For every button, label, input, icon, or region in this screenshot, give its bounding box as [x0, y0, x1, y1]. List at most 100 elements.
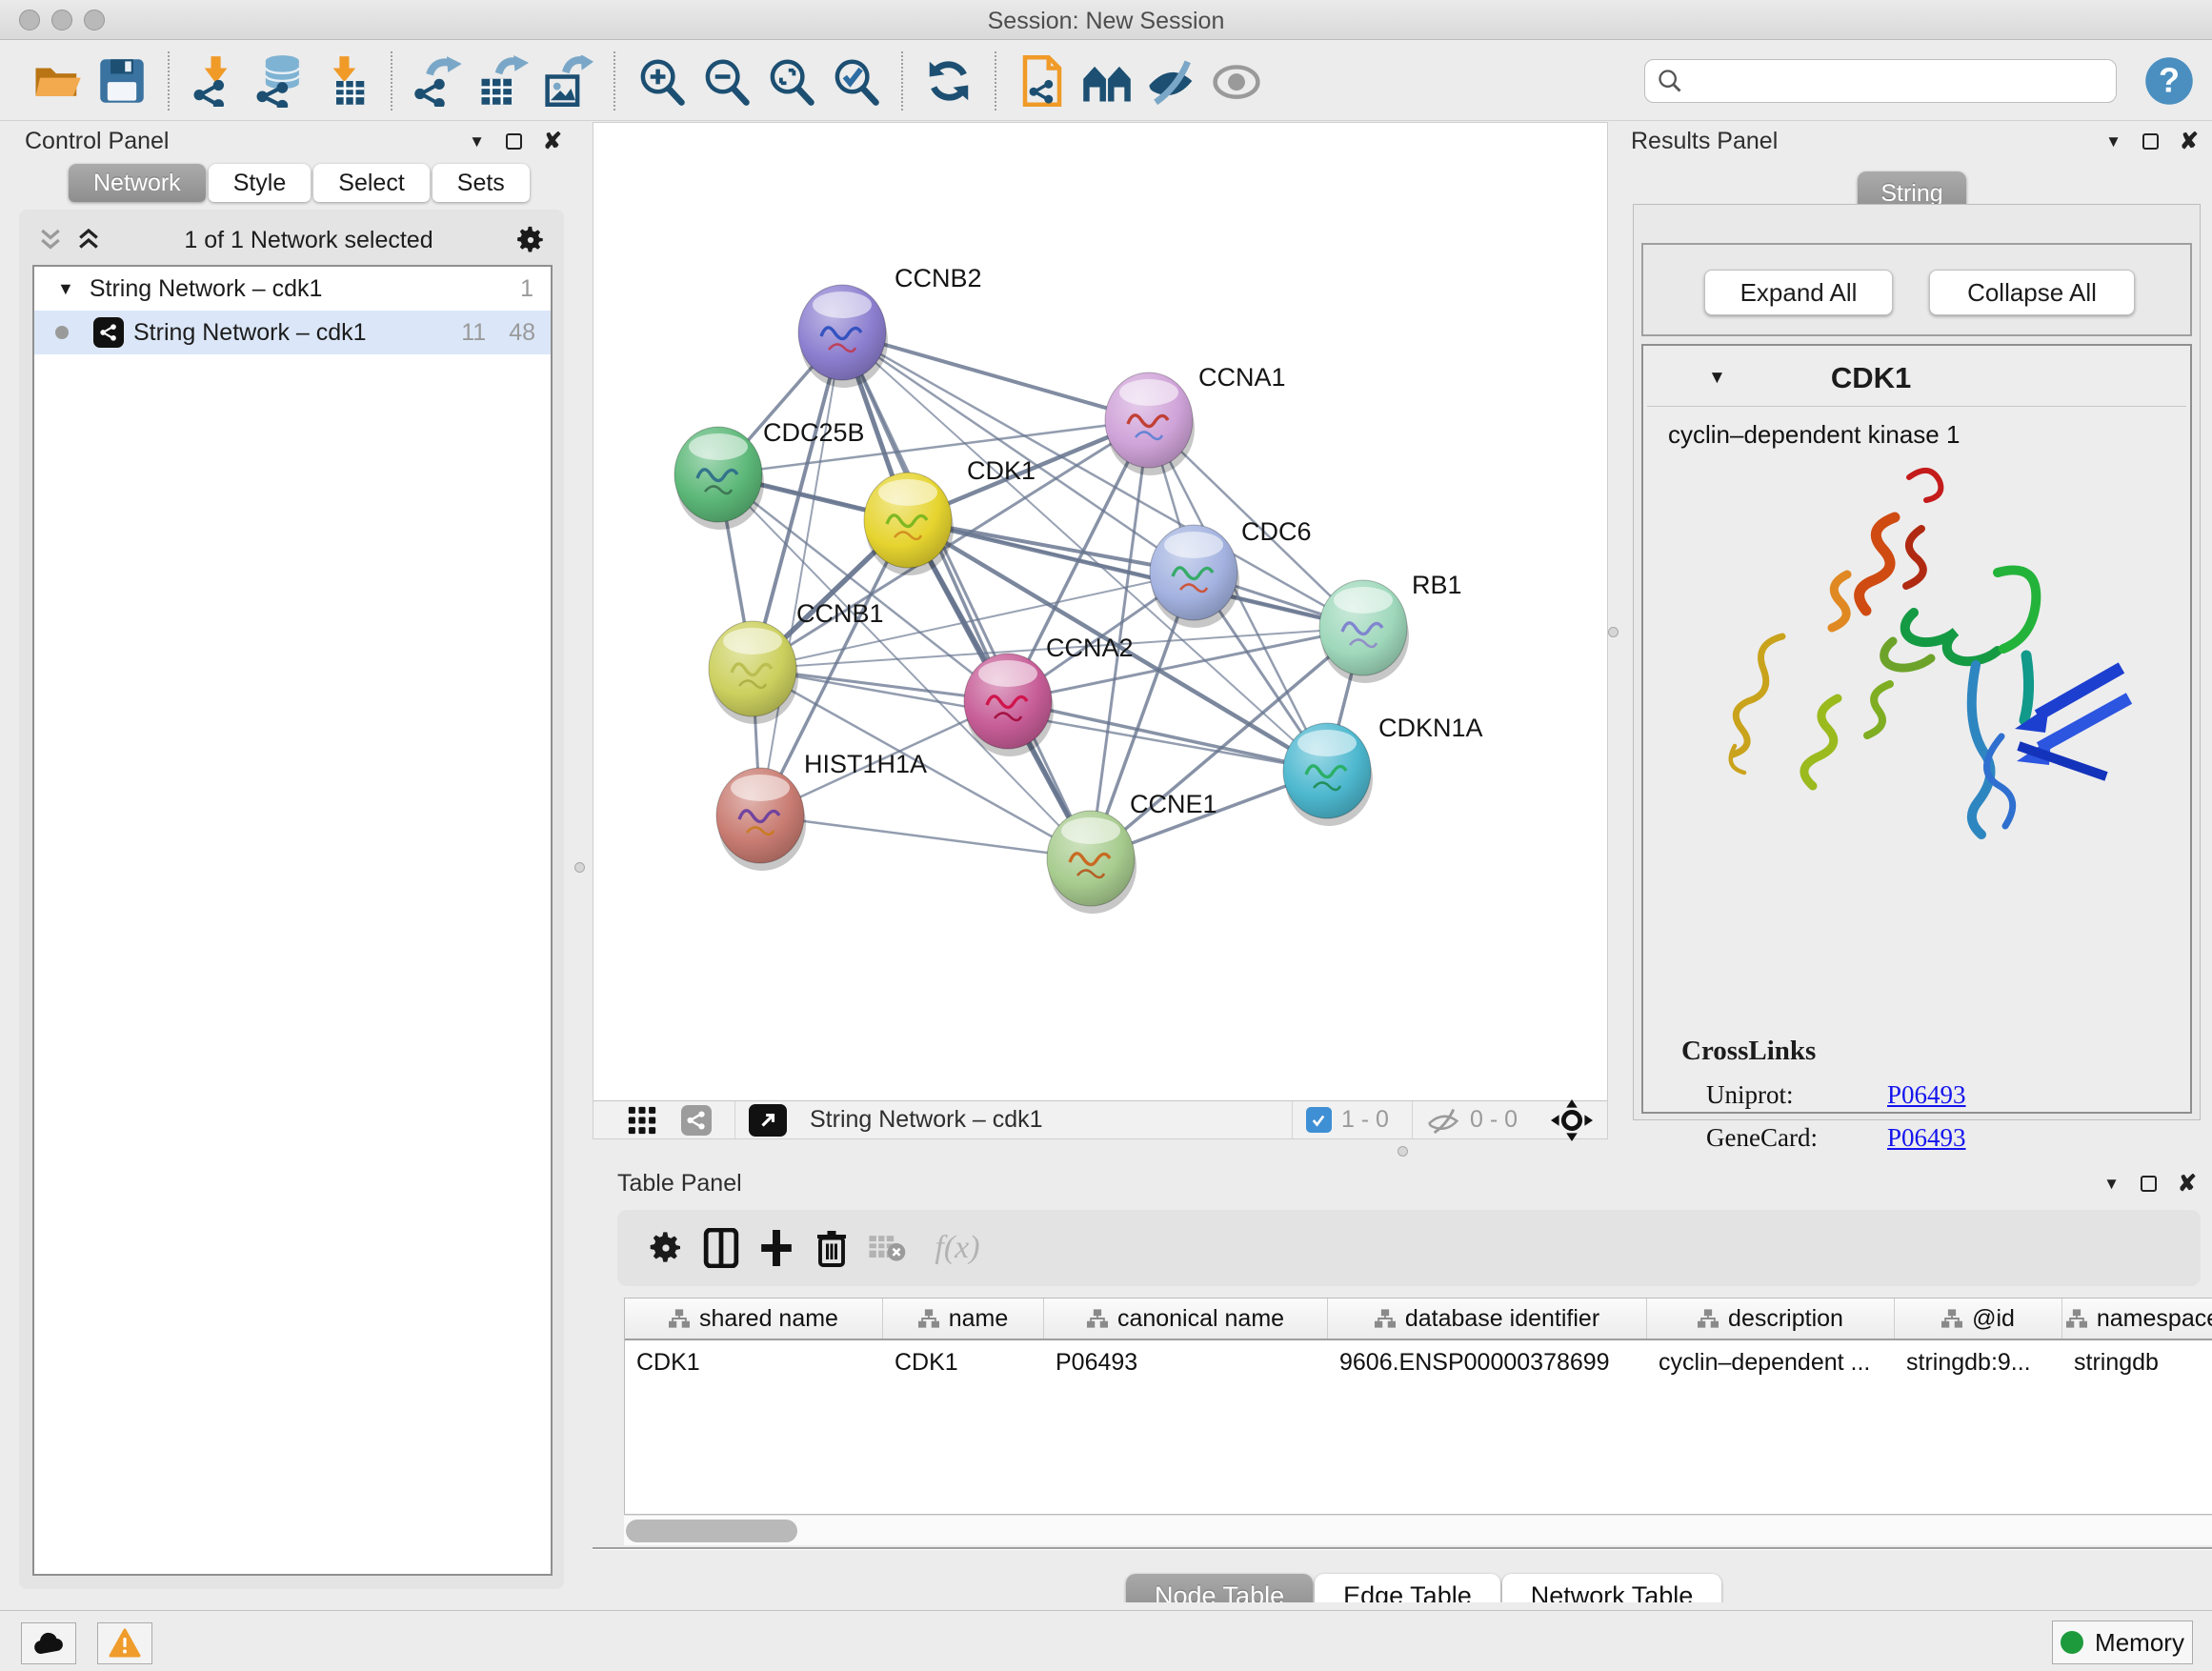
zoom-fit-button[interactable]	[764, 54, 817, 108]
network-edge[interactable]	[760, 815, 1091, 858]
tab-node-table[interactable]: Node Table	[1126, 1574, 1313, 1602]
network-edge[interactable]	[760, 332, 842, 815]
column-header-database-identifier[interactable]: database identifier	[1328, 1299, 1647, 1339]
panel-close-icon[interactable]: ✘	[543, 133, 562, 150]
table-row[interactable]: CDK1CDK1P064939606.ENSP00000378699cyclin…	[625, 1340, 2212, 1384]
node-table: shared namenamecanonical namedatabase id…	[624, 1298, 2212, 1515]
import-table-file-button[interactable]	[318, 54, 372, 108]
table-cell[interactable]: stringdb:9...	[1895, 1340, 2062, 1384]
tree-expander-icon[interactable]: ▼	[57, 279, 74, 299]
column-header--id[interactable]: @id	[1895, 1299, 2062, 1339]
import-network-database-button[interactable]	[253, 54, 307, 108]
tab-style[interactable]: Style	[209, 164, 312, 202]
network-node-ccna1[interactable]: CCNA1	[1105, 363, 1286, 475]
tab-select[interactable]: Select	[313, 164, 429, 202]
zoom-selected-button[interactable]	[829, 54, 882, 108]
entry-collapse-icon[interactable]: ▼	[1708, 368, 1726, 389]
collapse-all-button[interactable]: Collapse All	[1929, 270, 2135, 315]
panel-menu-icon[interactable]: ▼	[2103, 1175, 2120, 1194]
network-canvas-svg[interactable]: CCNB2CCNA1CDC25BCDK1CDC6RB1CCNB1CCNA2CDK…	[593, 123, 1607, 1100]
tab-network-table[interactable]: Network Table	[1502, 1574, 1722, 1602]
table-cell[interactable]: cyclin–dependent ...	[1647, 1340, 1895, 1384]
network-node-cdc25b[interactable]: CDC25B	[674, 418, 865, 530]
network-row-selected[interactable]: String Network – cdk1 11 48	[34, 311, 551, 354]
panel-float-icon[interactable]	[2141, 1176, 2157, 1192]
table-cell[interactable]: stringdb	[2062, 1340, 2212, 1384]
network-node-ccne1[interactable]: CCNE1	[1047, 790, 1217, 914]
splitter-handle[interactable]	[574, 862, 585, 873]
panel-menu-icon[interactable]: ▼	[469, 132, 485, 151]
import-network-file-button[interactable]	[189, 54, 242, 108]
selected-checkbox-icon[interactable]	[1306, 1107, 1332, 1133]
panel-close-icon[interactable]: ✘	[2178, 1176, 2197, 1192]
network-node-hist1h1a[interactable]: HIST1H1A	[716, 750, 927, 871]
column-header-name[interactable]: name	[883, 1299, 1044, 1339]
tab-network[interactable]: Network	[69, 164, 206, 202]
table-horizontal-scrollbar[interactable]	[624, 1515, 2212, 1545]
network-collection-row[interactable]: ▼ String Network – cdk1 1	[34, 267, 551, 311]
search-box[interactable]	[1644, 59, 2117, 103]
network-node-rb1[interactable]: RB1	[1319, 571, 1462, 683]
column-header-namespace[interactable]: namespace	[2062, 1299, 2212, 1339]
network-view-footer: String Network – cdk1 1 - 0 0 - 0	[593, 1100, 1607, 1138]
splitter-handle[interactable]	[1608, 627, 1619, 637]
crosslink-link[interactable]: P06493	[1887, 1123, 1966, 1153]
open-session-button[interactable]	[30, 54, 84, 108]
tab-edge-table[interactable]: Edge Table	[1315, 1574, 1500, 1602]
column-header-description[interactable]: description	[1647, 1299, 1895, 1339]
warnings-button[interactable]	[97, 1622, 152, 1664]
zoom-out-button[interactable]	[699, 54, 753, 108]
pan-crosshair-icon[interactable]	[1550, 1098, 1594, 1142]
entry-header[interactable]: ▼ CDK1	[1647, 350, 2186, 407]
crosslink-link[interactable]: P06493	[1887, 1080, 1966, 1110]
network-edge[interactable]	[842, 332, 1149, 420]
column-header-canonical-name[interactable]: canonical name	[1044, 1299, 1328, 1339]
expand-all-chevron-icon[interactable]	[74, 226, 103, 254]
table-options-button[interactable]	[638, 1220, 694, 1276]
cloud-status-button[interactable]	[21, 1622, 76, 1664]
toolbar-separator	[901, 51, 903, 111]
splitter-handle[interactable]	[1398, 1146, 1408, 1157]
column-header-shared-name[interactable]: shared name	[625, 1299, 883, 1339]
scrollbar-thumb[interactable]	[626, 1520, 797, 1542]
panel-float-icon[interactable]	[506, 133, 522, 150]
table-cell[interactable]: CDK1	[883, 1340, 1044, 1384]
network-edge[interactable]	[1008, 701, 1327, 771]
network-edge[interactable]	[842, 332, 1091, 858]
network-type-badge-icon[interactable]	[681, 1105, 712, 1136]
left-splitter[interactable]	[570, 122, 593, 1602]
panel-menu-icon[interactable]: ▼	[2105, 132, 2122, 151]
first-neighbors-button[interactable]	[1016, 54, 1069, 108]
network-node-cdkn1a[interactable]: CDKN1A	[1283, 714, 1483, 826]
node-label: CDK1	[967, 456, 1036, 485]
show-columns-button[interactable]	[694, 1220, 749, 1276]
export-table-button[interactable]	[476, 54, 530, 108]
tab-sets[interactable]: Sets	[432, 164, 530, 202]
panel-float-icon[interactable]	[2142, 133, 2159, 150]
export-network-icon	[412, 55, 464, 107]
export-network-button[interactable]	[412, 54, 465, 108]
create-column-button[interactable]	[749, 1220, 804, 1276]
export-image-button[interactable]	[541, 54, 594, 108]
save-session-button[interactable]	[95, 54, 149, 108]
grid-view-icon[interactable]	[626, 1104, 658, 1137]
show-all-button[interactable]	[1210, 54, 1263, 108]
refresh-button[interactable]	[922, 54, 975, 108]
table-cell[interactable]: P06493	[1044, 1340, 1328, 1384]
zoom-in-button[interactable]	[634, 54, 688, 108]
search-input[interactable]	[1683, 68, 2083, 94]
help-button[interactable]: ?	[2143, 55, 2195, 107]
hide-selected-button[interactable]	[1145, 54, 1198, 108]
network-options-gear-icon[interactable]	[514, 224, 547, 256]
delete-columns-button[interactable]	[804, 1220, 859, 1276]
birdseye-view-icon[interactable]	[749, 1104, 787, 1137]
expand-all-button[interactable]: Expand All	[1704, 270, 1893, 315]
show-houses-button[interactable]	[1080, 54, 1134, 108]
right-splitter[interactable]	[1608, 122, 1619, 1139]
network-node-ccnb2[interactable]: CCNB2	[798, 264, 982, 388]
memory-button[interactable]: Memory	[2052, 1621, 2193, 1664]
panel-close-icon[interactable]: ✘	[2180, 133, 2199, 150]
collapse-all-chevron-icon[interactable]	[36, 226, 65, 254]
table-cell[interactable]: CDK1	[625, 1340, 883, 1384]
table-cell[interactable]: 9606.ENSP00000378699	[1328, 1340, 1647, 1384]
